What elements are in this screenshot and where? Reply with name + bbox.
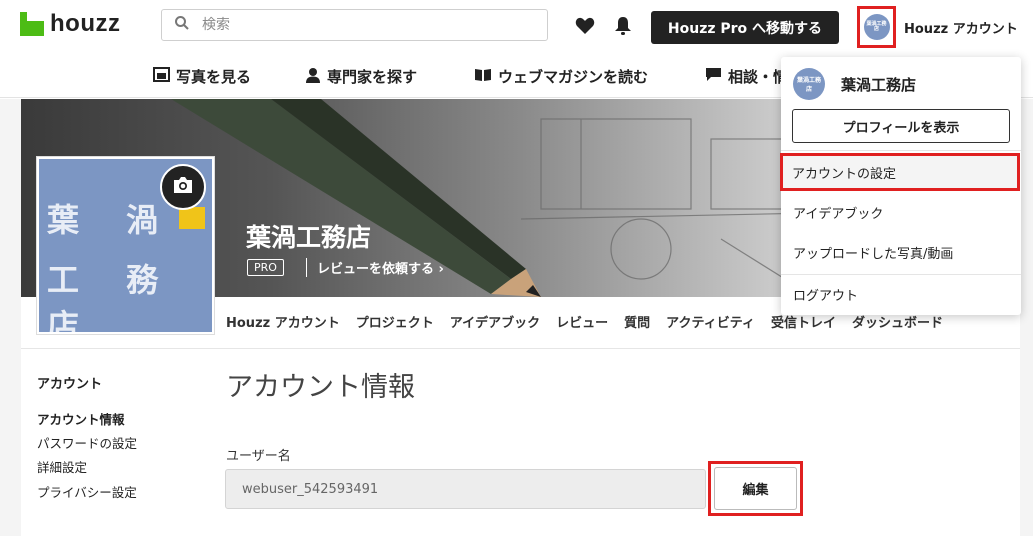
- dropdown-user: 葉渦工務店 葉渦工務店: [793, 68, 916, 100]
- chat-icon: [705, 67, 722, 86]
- avatar[interactable]: 葉渦工務店: [863, 14, 890, 40]
- nav-label: 相談・情: [728, 68, 789, 86]
- houzz-pro-button[interactable]: Houzz Pro へ移動する: [651, 11, 839, 44]
- username-label: ユーザー名: [226, 449, 291, 464]
- sidebar-item-password[interactable]: パスワードの設定: [37, 433, 137, 452]
- avatar: 葉渦工務店: [793, 68, 825, 100]
- account-dropdown: 葉渦工務店 葉渦工務店 プロフィールを表示 アカウントの設定 アイデアブック ア…: [780, 57, 1021, 315]
- page-title: アカウント情報: [226, 372, 415, 403]
- search-input[interactable]: [200, 16, 547, 34]
- menu-item-logout[interactable]: ログアウト: [781, 275, 1021, 313]
- logo-text: houzz: [50, 10, 121, 37]
- photo-icon: [153, 67, 170, 86]
- pro-badge: PRO: [247, 259, 284, 276]
- menu-item-ideabooks[interactable]: アイデアブック: [781, 193, 1021, 231]
- search-icon: [174, 15, 190, 35]
- subtab-houzz-account[interactable]: Houzz アカウント: [226, 312, 340, 331]
- avatar-highlight[interactable]: 葉渦工務店: [857, 6, 896, 48]
- sidebar-item-account-info[interactable]: アカウント情報: [37, 409, 125, 428]
- view-profile-button[interactable]: プロフィールを表示: [792, 109, 1010, 143]
- sidebar-heading: アカウント: [37, 377, 103, 392]
- nav-find-pros[interactable]: 専門家を探す: [305, 66, 417, 87]
- edit-username-button[interactable]: 編集: [714, 467, 797, 510]
- username-field: webuser_542593491: [225, 469, 706, 509]
- search-bar[interactable]: [161, 9, 548, 41]
- avatar-text: 葉渦工務店: [797, 77, 822, 93]
- houzz-logo-icon: [20, 12, 44, 36]
- subtab-reviews[interactable]: レビュー: [556, 312, 608, 331]
- nav-label: 写真を見る: [176, 68, 252, 86]
- house-logo-mark: [179, 207, 205, 229]
- business-name: 葉渦工務店: [246, 223, 372, 252]
- menu-item-account-settings[interactable]: アカウントの設定: [780, 153, 1020, 191]
- person-icon: [305, 67, 321, 87]
- nav-label: 専門家を探す: [327, 68, 418, 86]
- nav-magazine[interactable]: ウェブマガジンを読む: [474, 66, 648, 87]
- request-review-label: レビューを依頼する: [317, 262, 435, 277]
- book-icon: [474, 67, 492, 86]
- account-menu-trigger[interactable]: 葉渦工務店 Houzz アカウント: [857, 6, 1018, 48]
- avatar-text: 葉渦工務店: [866, 21, 887, 32]
- change-photo-button[interactable]: [160, 164, 206, 210]
- divider: [21, 348, 1020, 349]
- houzz-logo[interactable]: houzz: [20, 10, 120, 38]
- dropdown-username: 葉渦工務店: [841, 75, 917, 94]
- profile-picture-text-line2: 工 務 店: [47, 261, 177, 334]
- top-header: houzz Houzz Pro へ移動する 葉渦工務店 Houzz アカウント: [0, 0, 1033, 54]
- subtab-questions[interactable]: 質問: [624, 312, 650, 331]
- subtab-ideabooks[interactable]: アイデアブック: [450, 312, 540, 331]
- camera-icon: [172, 176, 194, 198]
- profile-picture-text-line1: 葉 渦: [47, 201, 177, 239]
- nav-photos[interactable]: 写真を見る: [153, 66, 251, 87]
- menu-item-uploads[interactable]: アップロードした写真/動画: [781, 233, 1021, 271]
- sidebar-item-privacy[interactable]: プライバシー設定: [37, 482, 137, 501]
- nav-advice[interactable]: 相談・情: [705, 66, 788, 87]
- chevron-right-icon: ›: [438, 262, 444, 277]
- divider: [781, 150, 1021, 151]
- subtab-projects[interactable]: プロジェクト: [356, 312, 434, 331]
- sidebar-item-advanced[interactable]: 詳細設定: [37, 457, 87, 476]
- heart-icon[interactable]: [573, 14, 597, 38]
- account-label[interactable]: Houzz アカウント: [904, 18, 1018, 37]
- request-review-link[interactable]: レビューを依頼する ›: [306, 258, 444, 277]
- subtab-activity[interactable]: アクティビティ: [666, 312, 755, 331]
- bell-icon[interactable]: [611, 14, 635, 38]
- nav-label: ウェブマガジンを読む: [498, 68, 649, 86]
